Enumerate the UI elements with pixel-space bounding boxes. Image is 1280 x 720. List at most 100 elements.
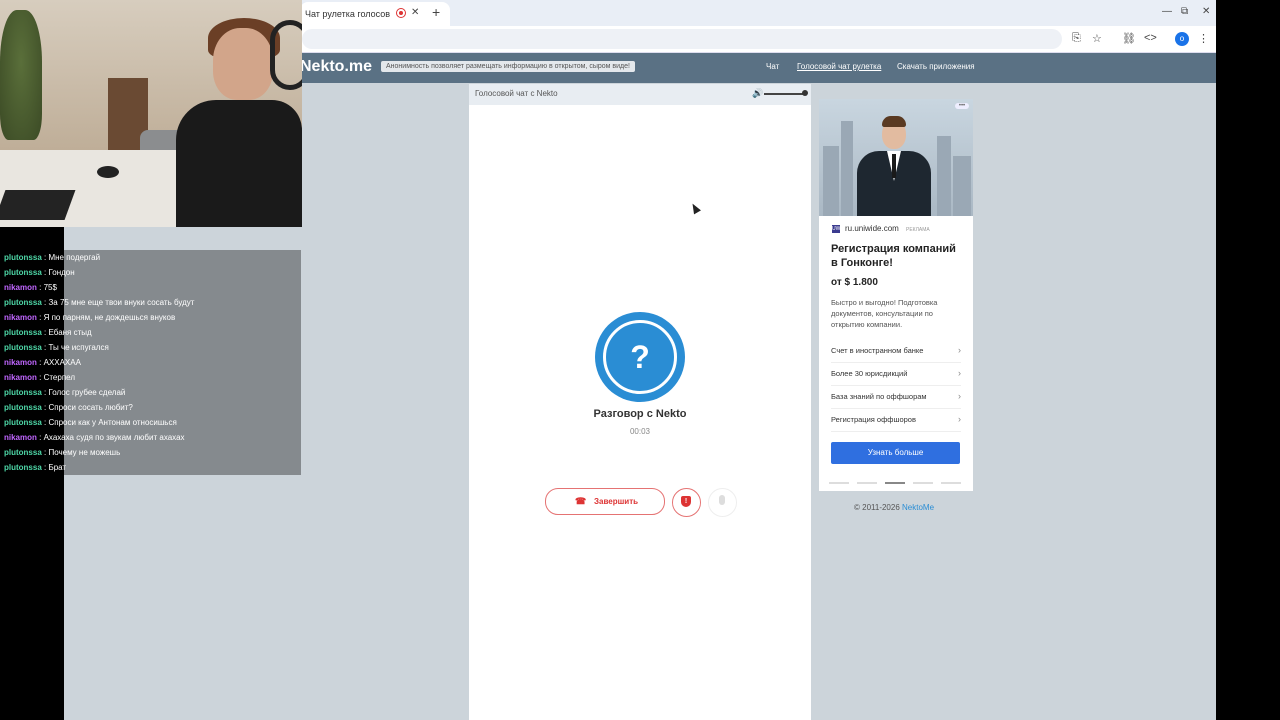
conversation-title: Разговор с Nekto [593,408,687,420]
minimize-button[interactable]: — [1162,6,1172,17]
link-icon[interactable]: ⛓ [1122,32,1136,45]
chat-separator: : [36,373,44,382]
ad-link-label: Регистрация оффшоров [831,415,916,424]
chat-message: plutonssa : Голос грубее сделай [0,385,302,400]
chat-text: 75$ [43,283,57,292]
end-call-button[interactable]: ☎ Завершить [545,488,665,515]
ad-link-item[interactable]: Счет в иностранном банке › [831,342,961,363]
chat-separator: : [36,358,44,367]
ad-label: РЕКЛАМА [906,227,930,233]
close-tab-icon[interactable]: ✕ [411,7,419,18]
chat-message: nikamon : Стерпел [0,370,302,385]
chevron-right-icon: › [958,368,961,378]
chat-username: plutonssa [4,418,42,427]
chat-message: plutonssa : Мне подергай [0,250,302,265]
question-mark-icon: ? [603,320,677,394]
chat-username: plutonssa [4,463,42,472]
copyright-link[interactable]: NektoMe [902,503,934,512]
voice-chat-header: Голосовой чат с Nekto 🔊 [469,84,811,105]
ad-card[interactable]: ••• UW ru.uniwide.com РЕКЛАМА Регистраци… [819,99,973,491]
chat-message: plutonssa : Спроси сосать любит? [0,400,302,415]
chat-message: nikamon : 75$ [0,280,302,295]
ad-link-label: Счет в иностранном банке [831,346,924,355]
tab-title: Чат рулетка голосов [305,9,390,19]
chat-message: plutonssa : Брат [0,460,302,475]
chat-username: nikamon [4,313,37,322]
microphone-icon [719,495,725,505]
nav-download-apps[interactable]: Скачать приложения [897,62,975,71]
chevron-right-icon: › [958,345,961,355]
chat-username: plutonssa [4,328,42,337]
voice-chat-title: Голосовой чат с Nekto [475,89,558,98]
chat-text: Голос грубее сделай [48,388,126,397]
chat-message: plutonssa : Ты че испугался [0,340,302,355]
copyright-text: © 2011-2026 [854,503,900,512]
install-app-icon[interactable]: ⎘ [1072,32,1081,45]
chat-text: Спроси как у Антонам относишься [48,418,177,427]
volume-icon[interactable]: 🔊 [752,88,763,99]
close-window-button[interactable]: ✕ [1202,6,1210,17]
chat-text: Я по парням, не дождешься внуков [43,313,176,322]
chat-username: plutonssa [4,268,42,277]
nav-chat[interactable]: Чат [766,62,779,71]
browser-tab[interactable]: Чат рулетка голосов ✕ [300,2,450,26]
end-call-label: Завершить [594,497,639,506]
copyright: © 2011-2026 NektoMe [854,503,934,512]
new-tab-button[interactable]: + [432,4,440,20]
chat-message: plutonssa : Ебаня стыд [0,325,302,340]
ad-headline[interactable]: Регистрация компаний в Гонконге! [831,242,965,270]
ad-cta-button[interactable]: Узнать больше [831,442,960,464]
nav-voice-chat[interactable]: Голосовой чат рулетка [797,62,881,71]
chat-username: plutonssa [4,388,42,397]
chat-message: nikamon : Ахахаха судя по звукам любит а… [0,430,302,445]
ad-domain[interactable]: ru.uniwide.com [845,224,899,233]
chat-username: plutonssa [4,343,42,352]
ad-link-label: База знаний по оффшорам [831,392,927,401]
mic-button[interactable] [708,488,737,517]
url-field[interactable] [302,29,1062,49]
ad-image[interactable]: ••• [819,99,973,216]
chat-username: nikamon [4,433,37,442]
chat-message: plutonssa : За 75 мне еще твои внуки сос… [0,295,302,310]
maximize-button[interactable]: ⧉ [1181,6,1188,17]
voice-chat-panel: Голосовой чат с Nekto 🔊 ? Разговор с Nek… [469,84,811,720]
chat-text: Ты че испугался [48,343,109,352]
profile-avatar[interactable]: o [1175,32,1189,46]
shield-icon: ! [681,496,691,507]
chevron-right-icon: › [958,391,961,401]
menu-kebab-icon[interactable]: ⋮ [1198,32,1209,45]
ad-link-item[interactable]: Регистрация оффшоров › [831,411,961,432]
volume-slider-handle[interactable] [802,90,808,96]
chat-username: plutonssa [4,253,42,262]
volume-slider[interactable] [764,93,804,95]
chat-separator: : [36,283,44,292]
site-logo[interactable]: Nekto.me [300,58,372,76]
advertiser-favicon: UW [832,225,841,233]
chat-message: plutonssa : Спроси как у Антонам относиш… [0,415,302,430]
ad-link-item[interactable]: Более 30 юрисдикций › [831,365,961,386]
chat-message: nikamon : АХХАХАА [0,355,302,370]
chat-text: За 75 мне еще твои внуки сосать будут [48,298,195,307]
chat-text: Спроси сосать любит? [48,403,133,412]
chat-text: Ебаня стыд [48,328,92,337]
chat-username: nikamon [4,358,37,367]
chat-text: Мне подергай [48,253,101,262]
ad-more-icon[interactable]: ••• [955,103,969,109]
chevron-right-icon: › [958,414,961,424]
code-icon[interactable]: <> [1144,32,1157,44]
ad-price: от $ 1.800 [831,277,878,288]
ad-carousel-indicator [829,482,963,484]
chat-message: plutonssa : Гондон [0,265,302,280]
chat-username: nikamon [4,283,37,292]
chat-separator: : [36,433,44,442]
bookmark-star-icon[interactable]: ☆ [1092,32,1102,45]
anonymity-notice: Анонимность позволяет размещать информац… [381,61,635,72]
report-button[interactable]: ! [672,488,701,517]
chat-text: АХХАХАА [43,358,81,367]
ad-link-label: Более 30 юрисдикций [831,369,908,378]
chat-text: Брат [48,463,67,472]
ad-link-item[interactable]: База знаний по оффшорам › [831,388,961,409]
stranger-avatar: ? [595,312,685,402]
chat-text: Гондон [48,268,75,277]
chat-message: nikamon : Я по парням, не дождешься внук… [0,310,302,325]
